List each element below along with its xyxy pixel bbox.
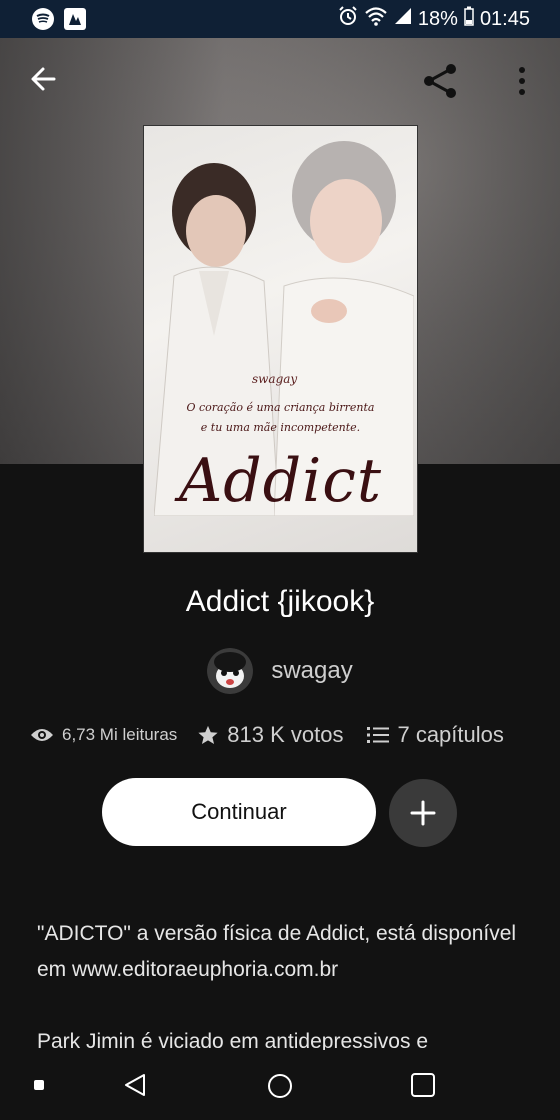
spotify-icon [32, 8, 54, 30]
cover-quote-line2: e tu uma mãe incompetente. [200, 421, 361, 434]
chapters-stat[interactable]: 7 capítulos [367, 722, 504, 748]
battery-percent: 18% [417, 7, 458, 30]
cover-title-text: Addict [178, 446, 383, 516]
recents-dot-icon[interactable] [34, 1080, 44, 1090]
signal-icon [394, 7, 412, 31]
reads-count: 6,73 Mi leituras [62, 725, 178, 744]
story-title: Addict {jikook} [185, 585, 375, 618]
wifi-icon [364, 6, 388, 32]
author-name[interactable]: swagay [271, 657, 352, 685]
chapters-count[interactable]: 7 capítulos [397, 722, 503, 748]
share-icon [424, 64, 456, 98]
continue-button[interactable]: Continuar [102, 778, 376, 846]
book-cover[interactable]: swagay O coração é uma criança birrenta … [143, 125, 418, 553]
votes-count: 813 K votos [227, 722, 344, 747]
overview-nav-button[interactable] [410, 1072, 436, 1103]
system-nav-bar [0, 1050, 560, 1120]
more-vert-icon [519, 67, 525, 95]
avatar[interactable] [207, 648, 254, 694]
back-nav-button[interactable] [122, 1072, 148, 1103]
description-paragraph: "ADICTO" a versão física de Addict, está… [37, 922, 517, 981]
home-circle-icon [268, 1074, 292, 1098]
star-icon [198, 725, 218, 744]
status-bar: 18% 01:45 [0, 0, 560, 38]
battery-icon [464, 6, 474, 32]
add-to-library-button[interactable] [389, 779, 457, 847]
votes-stat: 813 K votos [197, 722, 343, 748]
reads-stat: 6,73 Mi leituras [30, 725, 177, 745]
cover-author-text: swagay [252, 372, 298, 386]
plus-icon [410, 800, 436, 826]
alarm-icon [338, 6, 358, 32]
overview-square-icon [411, 1073, 435, 1097]
back-triangle-icon [125, 1074, 145, 1096]
app-icon [64, 8, 86, 30]
back-arrow-icon [31, 67, 56, 91]
back-button[interactable] [26, 62, 60, 96]
home-nav-button[interactable] [266, 1072, 294, 1105]
story-stats: 6,73 Mi leituras 813 K votos 7 capítulos [30, 722, 540, 748]
list-icon [367, 727, 390, 743]
eye-icon [31, 729, 53, 741]
more-options-button[interactable] [508, 64, 536, 98]
author-row[interactable]: swagay [0, 648, 560, 694]
cover-quote-line1: O coração é uma criança birrenta [186, 401, 375, 414]
clock-time: 01:45 [479, 7, 530, 30]
share-button[interactable] [420, 60, 462, 102]
